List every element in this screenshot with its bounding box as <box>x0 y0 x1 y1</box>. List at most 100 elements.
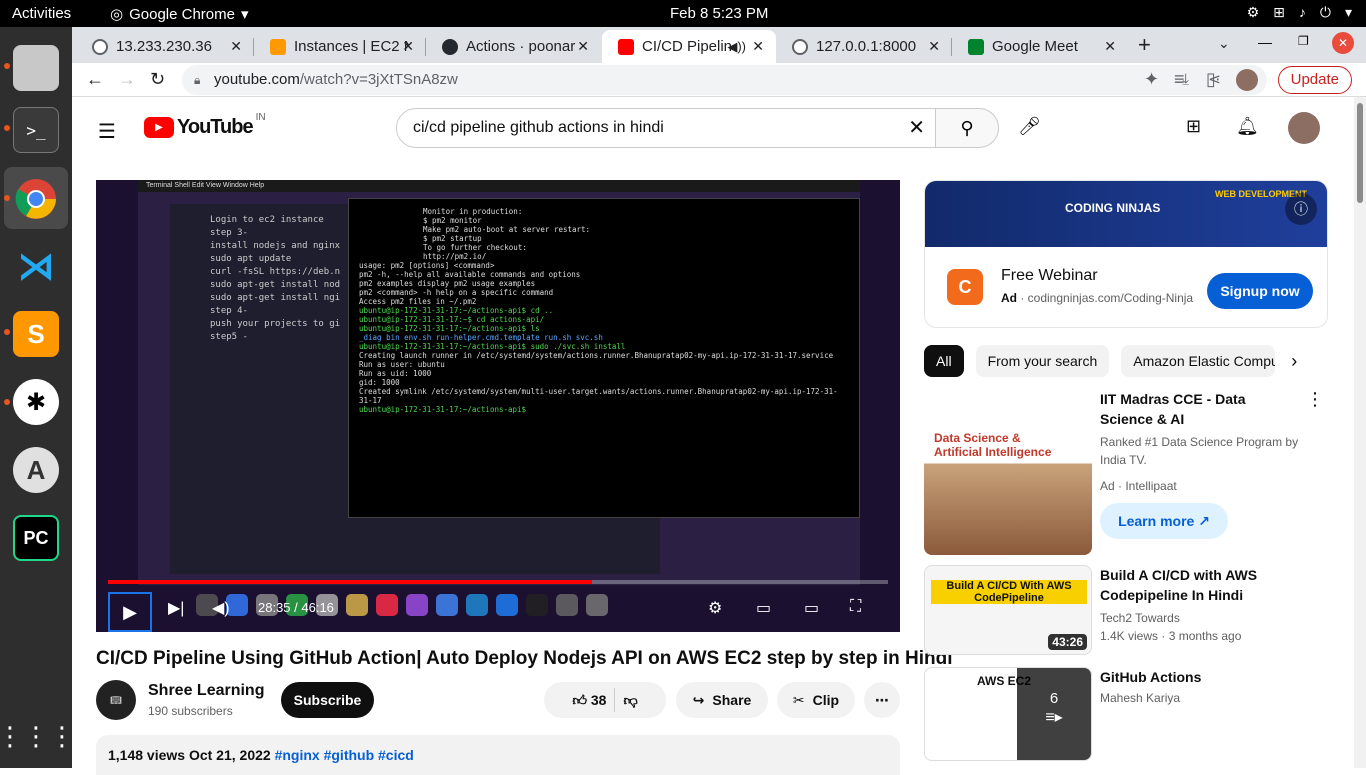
reload-icon[interactable]: ↻ <box>150 69 165 90</box>
tab-title: Instances | EC2 N <box>294 38 409 55</box>
settings-gear-icon[interactable]: ⚙ <box>708 598 722 618</box>
tab-title: 127.0.0.1:8000 <box>816 38 917 55</box>
voice-search-icon[interactable]: 🎤︎ <box>1018 116 1041 137</box>
play-icon[interactable]: ▶ <box>108 592 152 632</box>
chevron-right-icon[interactable]: › <box>1291 345 1297 377</box>
chip-amazon-elastic[interactable]: Amazon Elastic Compu <box>1121 345 1276 377</box>
learn-more-button[interactable]: Learn more ↗ <box>1100 503 1228 539</box>
update-button[interactable]: Update <box>1277 66 1352 94</box>
files-icon[interactable] <box>13 45 59 91</box>
info-icon[interactable]: ⓘ <box>1285 193 1317 225</box>
profile-avatar[interactable] <box>1236 69 1258 91</box>
close-icon[interactable]: ✕ <box>230 38 242 55</box>
page-scrollbar[interactable] <box>1354 97 1366 768</box>
subscribe-button[interactable]: Subscribe <box>281 682 374 718</box>
sidebar-ad-card[interactable]: CODING NINJAS WEB DEVELOPMENT ⓘ C Free W… <box>924 180 1328 328</box>
related-video-item[interactable]: Data Science & Artificial Intelligence I… <box>924 389 1328 557</box>
playlist-thumbnail[interactable]: AWS EC2 6 ≡▸ <box>924 667 1092 761</box>
tab-search-icon[interactable]: ⌄ <box>1218 35 1230 52</box>
close-icon[interactable]: ✕ <box>752 38 764 55</box>
side-panel-icon[interactable]: ▯ <box>1206 69 1216 90</box>
url-field[interactable]: 🔒︎youtube.com/watch?v=3jXtTSnA8zw ⤓ ⋖ ☆ <box>182 65 1267 95</box>
miniplayer-icon[interactable]: ▭ <box>756 598 771 618</box>
clip-button[interactable]: ✂ Clip <box>777 682 855 718</box>
pycharm-icon[interactable]: PC <box>13 515 59 561</box>
close-icon[interactable]: ✕ <box>928 38 940 55</box>
channel-avatar[interactable]: 📖︎ <box>96 680 136 720</box>
video-player[interactable]: Terminal Shell Edit View Window Help Log… <box>96 180 900 632</box>
hashtags[interactable]: #nginx #github #cicd <box>275 747 414 763</box>
sublime-icon[interactable]: S <box>13 311 59 357</box>
activities-button[interactable]: Activities <box>12 5 71 22</box>
browser-tab-strip: 13.233.230.36 ✕ Instances | EC2 N ✕ Action… <box>72 27 1366 63</box>
audio-playing-icon[interactable]: ◀)) <box>727 39 746 55</box>
related-video-item[interactable]: Build A CI/CD With AWS CodePipeline 43:2… <box>924 565 1328 659</box>
next-icon[interactable]: ▶| <box>168 598 184 618</box>
fullscreen-icon[interactable]: ⛶ <box>850 598 861 616</box>
notifications-bell-icon[interactable]: 🔔︎ <box>1236 116 1259 137</box>
software-center-icon[interactable]: A <box>13 447 59 493</box>
app-menu[interactable]: ◎ Google Chrome ▾ <box>110 5 249 24</box>
related-playlist-item[interactable]: AWS EC2 6 ≡▸ GitHub Actions Mahesh Kariya <box>924 667 1328 761</box>
chip-from-your-search[interactable]: From your search <box>975 345 1110 377</box>
terminal-icon[interactable]: >_ <box>13 107 59 153</box>
forward-icon[interactable]: → <box>118 69 136 90</box>
more-vertical-icon[interactable]: ⋮ <box>1306 389 1324 410</box>
share-button[interactable]: ↪ Share <box>676 682 768 718</box>
clear-search-icon[interactable]: ✕ <box>908 109 925 147</box>
chrome-icon: ◎ <box>110 6 124 23</box>
slack-icon[interactable]: ✱ <box>13 379 59 425</box>
clock[interactable]: Feb 8 5:23 PM <box>670 5 768 22</box>
video-title[interactable]: Build A CI/CD with AWS Codepipeline In H… <box>1100 565 1300 605</box>
like-button[interactable]: 👍︎ 38 <box>572 692 606 709</box>
create-video-icon[interactable]: ⊞ <box>1186 116 1201 137</box>
chip-all[interactable]: All <box>924 345 964 377</box>
minimize-icon[interactable]: — <box>1258 34 1272 50</box>
signup-button[interactable]: Signup now <box>1207 273 1313 309</box>
browser-tab[interactable]: Actions · poonar ✕ <box>426 30 601 63</box>
more-actions-button[interactable]: ⋯ <box>864 682 900 718</box>
browser-tab[interactable]: 13.233.230.36 ✕ <box>76 30 254 63</box>
description-box[interactable]: 1,148 views Oct 21, 2022 #nginx #github … <box>96 735 900 775</box>
menu-icon[interactable]: ☰ <box>98 119 116 144</box>
chrome-icon[interactable] <box>13 176 59 222</box>
lock-icon: 🔒︎ <box>194 73 201 87</box>
account-avatar[interactable] <box>1288 112 1320 144</box>
show-apps-icon[interactable]: ⋮⋮⋮ <box>0 713 75 759</box>
channel-name[interactable]: Mahesh Kariya <box>1100 689 1180 707</box>
volume-icon[interactable]: ◀) <box>212 598 230 618</box>
new-tab-icon[interactable]: + <box>1138 32 1151 58</box>
channel-name[interactable]: Tech2 Towards <box>1100 609 1180 627</box>
dislike-button[interactable]: 👎︎ <box>623 692 637 709</box>
video-title[interactable]: IIT Madras CCE - Data Science & AI <box>1100 389 1300 429</box>
browser-tab[interactable]: Google Meet ✕ <box>952 30 1128 63</box>
reading-list-icon[interactable]: ≡ <box>1174 69 1185 90</box>
search-input[interactable]: ci/cd pipeline github actions in hindi ✕ <box>396 108 936 148</box>
youtube-logo[interactable]: ▶ YouTube IN <box>144 112 266 139</box>
address-bar-row: ← → ↻ 🔒︎ youtube.com/watch?v=3jXtTSnA8zw … <box>72 63 1366 97</box>
ad-meta: Ad · codingninjas.com/Coding-Ninja <box>1001 291 1194 305</box>
video-thumbnail[interactable]: Data Science & Artificial Intelligence <box>924 389 1092 555</box>
ad-banner[interactable]: CODING NINJAS WEB DEVELOPMENT ⓘ <box>925 181 1327 247</box>
video-thumbnail[interactable]: Build A CI/CD With AWS CodePipeline 43:2… <box>924 565 1092 655</box>
theater-mode-icon[interactable]: ▭ <box>804 598 819 618</box>
tab-title: 13.233.230.36 <box>116 38 212 55</box>
close-window-icon[interactable]: ✕ <box>1332 32 1354 54</box>
extensions-icon[interactable]: ✦ <box>1144 69 1159 90</box>
video-progress-bar[interactable] <box>108 580 888 584</box>
maximize-icon[interactable]: ❐ <box>1298 34 1309 48</box>
scrollbar-thumb[interactable] <box>1357 103 1363 203</box>
close-icon[interactable]: ✕ <box>577 38 589 55</box>
back-icon[interactable]: ← <box>86 69 104 90</box>
vscode-icon[interactable]: ⋊ <box>13 243 59 289</box>
search-button[interactable]: ⚲ <box>935 108 999 148</box>
browser-tab[interactable]: 127.0.0.1:8000 ✕ <box>776 30 952 63</box>
related-filter-chips: All From your search Amazon Elastic Comp… <box>924 345 1297 377</box>
channel-name[interactable]: Shree Learning <box>148 682 264 700</box>
browser-tab-active[interactable]: CI/CD Pipelin ◀)) ✕ <box>602 30 776 63</box>
close-icon[interactable]: ✕ <box>402 38 414 55</box>
browser-tab[interactable]: Instances | EC2 N ✕ <box>254 30 426 63</box>
close-icon[interactable]: ✕ <box>1104 38 1116 55</box>
playlist-title[interactable]: GitHub Actions <box>1100 667 1300 687</box>
system-tray[interactable]: ⚙ ⊞ ♪ ⏻ ▾ <box>1247 4 1352 21</box>
